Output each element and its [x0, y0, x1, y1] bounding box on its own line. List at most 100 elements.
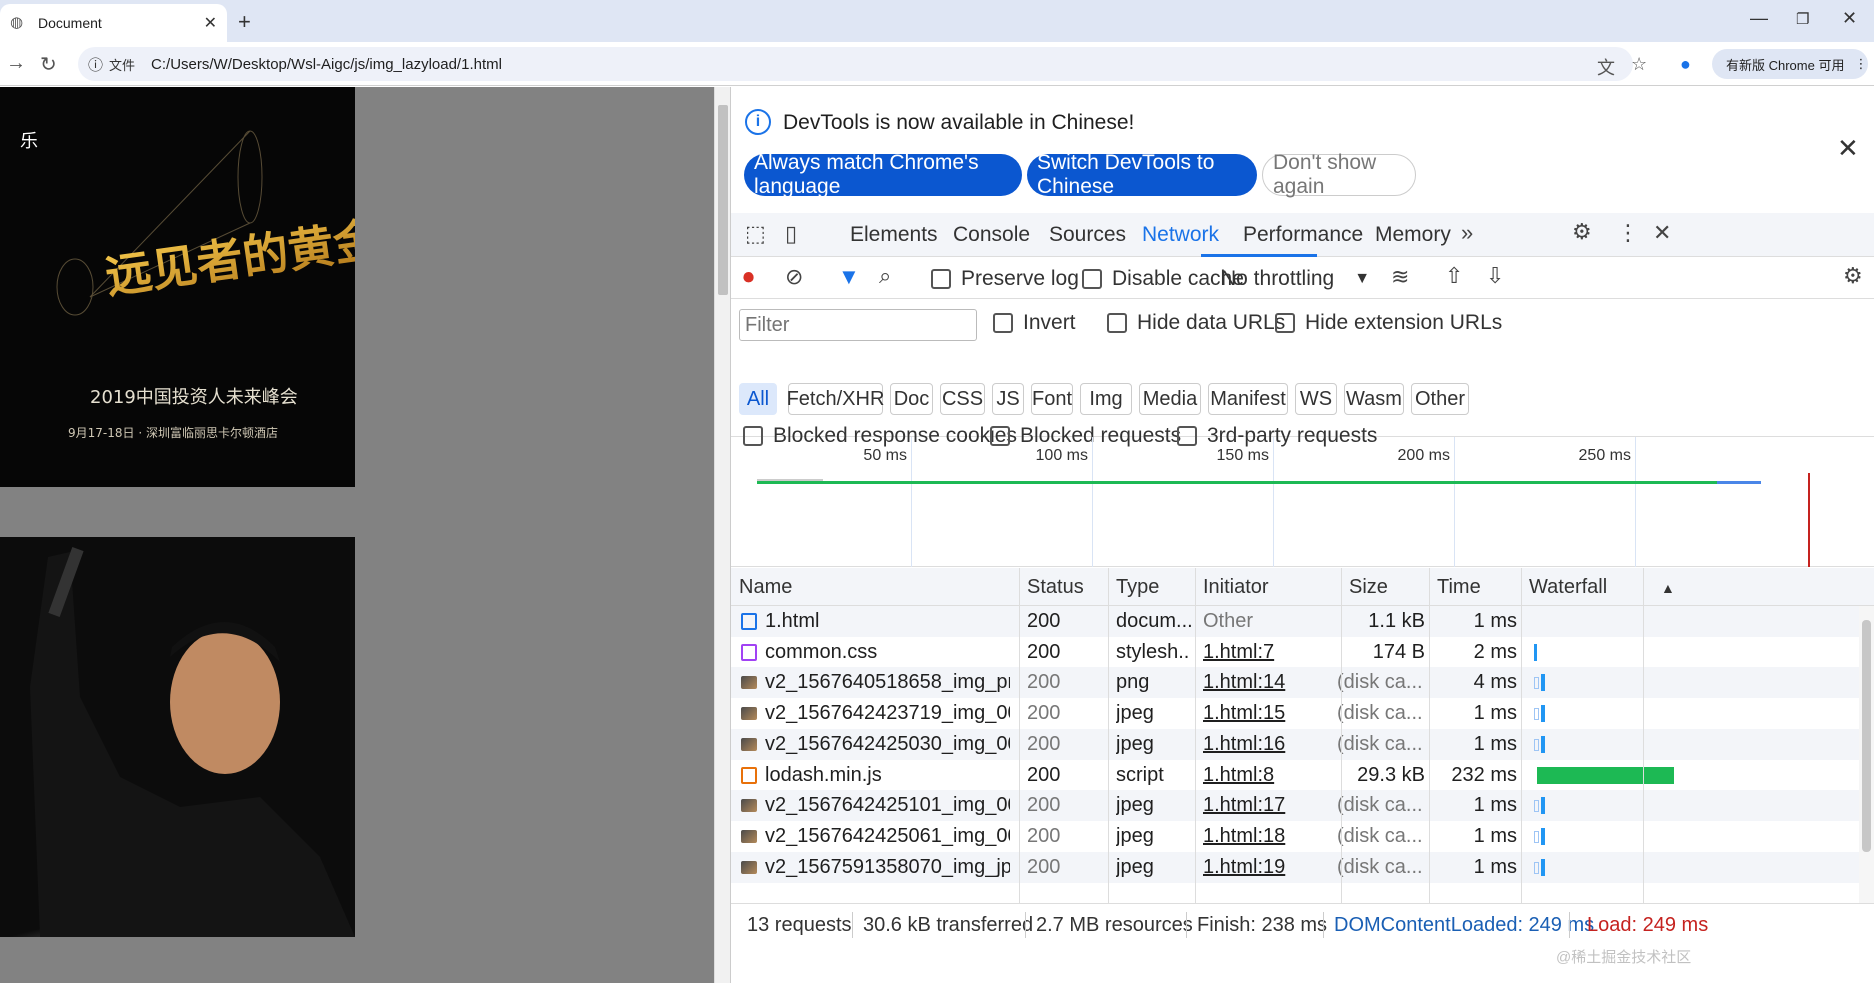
tab-elements[interactable]: Elements — [850, 223, 938, 247]
type-filter-ws[interactable]: WS — [1295, 383, 1337, 415]
inspect-element-icon[interactable]: ⬚ — [745, 221, 766, 247]
address-bar[interactable]: ⓘ 文件 C:/Users/W/Desktop/Wsl-Aigc/js/img_… — [78, 47, 1633, 81]
tab-performance[interactable]: Performance — [1243, 223, 1363, 247]
minimize-icon[interactable]: — — [1750, 8, 1768, 29]
forward-icon[interactable]: → — [6, 52, 26, 75]
invert-box[interactable] — [993, 313, 1013, 333]
type-filter-css[interactable]: CSS — [940, 383, 985, 415]
page-scroll-thumb[interactable] — [718, 105, 728, 295]
bookmark-star-icon[interactable]: ☆ — [1631, 54, 1647, 75]
table-row[interactable]: v2_1567642425101_img_000 200 jpeg 1.html:17… — [731, 790, 1874, 822]
table-row[interactable]: lodash.min.js 200 script 1.html:8 29.3 kB 232… — [731, 760, 1874, 791]
cell-initiator[interactable]: 1.html:16 — [1203, 733, 1333, 756]
translate-icon[interactable]: 文 — [1597, 54, 1615, 80]
cell-initiator[interactable]: 1.html:8 — [1203, 764, 1333, 787]
network-conditions-icon[interactable]: ≋ — [1391, 264, 1409, 290]
browser-tab[interactable]: ◍ Document ✕ — [0, 4, 227, 42]
table-row[interactable]: v2_1567640518658_img_png 200 png 1.html:14(… — [731, 667, 1874, 699]
export-har-icon[interactable]: ⇩ — [1486, 263, 1504, 289]
close-devtools-icon[interactable]: ✕ — [1653, 220, 1671, 246]
type-filter-wasm[interactable]: Wasm — [1344, 383, 1404, 415]
table-row[interactable]: v2_1567642425030_img_000 200 jpeg 1.html:16… — [731, 728, 1874, 760]
hide-extension-urls-checkbox[interactable]: Hide extension URLs — [1275, 311, 1502, 335]
switch-to-chinese-button[interactable]: Switch DevTools to Chinese — [1027, 151, 1257, 198]
cell-initiator[interactable]: 1.html:15 — [1203, 702, 1333, 725]
table-row[interactable]: v2_1567642425061_img_000 200 jpeg 1.html:18… — [731, 821, 1874, 852]
settings-gear-icon[interactable]: ⚙ — [1572, 219, 1592, 245]
devtools-menu-icon[interactable]: ⋮ — [1617, 220, 1639, 246]
search-icon[interactable]: ⌕ — [879, 263, 891, 289]
preserve-log-box[interactable] — [931, 269, 951, 289]
tab-memory[interactable]: Memory — [1375, 223, 1451, 247]
disable-cache-checkbox[interactable]: Disable cache — [1082, 267, 1244, 291]
column-header-size[interactable]: Size — [1349, 576, 1388, 599]
reload-icon[interactable]: ↻ — [40, 52, 57, 77]
clear-icon[interactable]: ⊘ — [785, 264, 803, 290]
cell-initiator[interactable]: 1.html:19 — [1203, 856, 1333, 879]
close-infobar-icon[interactable]: ✕ — [1837, 133, 1859, 164]
always-match-language-button[interactable]: Always match Chrome's language — [744, 151, 1022, 198]
type-filter-font[interactable]: Font — [1031, 383, 1073, 415]
record-stop-icon[interactable]: ⏺ — [743, 264, 754, 290]
tab-console[interactable]: Console — [953, 223, 1030, 247]
column-header-status[interactable]: Status — [1027, 576, 1084, 599]
type-filter-manifest[interactable]: Manifest — [1208, 383, 1288, 415]
type-filter-js[interactable]: JS — [992, 383, 1024, 415]
update-chrome-button[interactable]: 有新版 Chrome 可用 ⋮ — [1712, 49, 1868, 79]
resources-size: 2.7 MB resources — [1036, 914, 1193, 936]
type-filter-img[interactable]: Img — [1080, 383, 1132, 415]
type-filter-doc[interactable]: Doc — [890, 383, 933, 415]
window-close-icon[interactable]: ✕ — [1842, 8, 1857, 29]
infobar-message: DevTools is now available in Chinese! — [783, 111, 1135, 134]
profile-icon[interactable]: ● — [1680, 54, 1691, 75]
site-info-icon[interactable]: ⓘ — [88, 54, 103, 75]
sort-ascending-icon[interactable]: ▲ — [1661, 580, 1675, 596]
table-row[interactable]: v2_1567642423719_img_000 200 jpeg 1.html:15… — [731, 698, 1874, 729]
type-filter-fetch-xhr[interactable]: Fetch/XHR — [787, 383, 884, 415]
hide-data-urls-checkbox[interactable]: Hide data URLs — [1107, 311, 1285, 335]
page-scrollbar[interactable] — [714, 87, 730, 983]
more-tabs-icon[interactable]: » — [1461, 220, 1473, 246]
column-header-type[interactable]: Type — [1116, 576, 1159, 599]
type-filter-all[interactable]: All — [739, 383, 777, 415]
type-filter-other[interactable]: Other — [1411, 383, 1469, 415]
network-overview[interactable]: 50 ms 100 ms 150 ms 200 ms 250 ms — [731, 437, 1874, 567]
cell-initiator[interactable]: 1.html:7 — [1203, 641, 1333, 664]
hide-extension-urls-box[interactable] — [1275, 313, 1295, 333]
table-scroll-thumb[interactable] — [1862, 620, 1871, 852]
new-tab-button[interactable]: + — [238, 9, 251, 35]
tab-sources[interactable]: Sources — [1049, 223, 1126, 247]
tab-network[interactable]: Network — [1142, 223, 1219, 247]
load-time: Load: 249 ms — [1587, 914, 1709, 936]
url-text[interactable]: C:/Users/W/Desktop/Wsl-Aigc/js/img_lazyl… — [151, 56, 502, 73]
cell-status: 200 — [1027, 671, 1061, 694]
column-header-name[interactable]: Name — [739, 576, 792, 599]
type-filter-media[interactable]: Media — [1139, 383, 1201, 415]
throttling-select[interactable]: No throttling ▼ — [1221, 267, 1370, 291]
filter-funnel-icon[interactable]: ▼ — [838, 264, 860, 290]
cell-initiator[interactable]: 1.html:18 — [1203, 825, 1333, 848]
column-header-time[interactable]: Time — [1437, 576, 1481, 599]
column-header-initiator[interactable]: Initiator — [1203, 576, 1269, 599]
device-toolbar-icon[interactable]: ▯ — [785, 221, 797, 247]
column-header-waterfall[interactable]: Waterfall — [1529, 576, 1607, 599]
cell-initiator[interactable]: 1.html:14 — [1203, 671, 1333, 694]
invert-checkbox[interactable]: Invert — [993, 311, 1076, 335]
close-tab-icon[interactable]: ✕ — [204, 13, 217, 33]
cell-initiator[interactable]: 1.html:17 — [1203, 794, 1333, 817]
devtools-tabs: ⬚ ▯ Elements Console Sources Network Perform… — [731, 213, 1874, 257]
waterfall-bar — [1534, 643, 1537, 661]
network-settings-icon[interactable]: ⚙ — [1843, 263, 1863, 289]
cell-name: v2_1567642425030_img_000 — [765, 732, 1010, 755]
table-scrollbar[interactable] — [1859, 606, 1874, 903]
hide-data-urls-box[interactable] — [1107, 313, 1127, 333]
disable-cache-box[interactable] — [1082, 269, 1102, 289]
restore-icon[interactable]: ❐ — [1796, 10, 1809, 28]
import-har-icon[interactable]: ⇧ — [1445, 263, 1463, 289]
filter-input[interactable] — [739, 309, 977, 341]
table-row[interactable]: 1.html 200 docum... Other 1.1 kB 1 ms — [731, 606, 1874, 637]
table-row[interactable]: common.css 200 stylesh... 1.html:7 174 B 2 ms — [731, 637, 1874, 668]
preserve-log-checkbox[interactable]: Preserve log — [931, 267, 1079, 291]
table-row[interactable]: v2_1567591358070_img_jpg 200 jpeg 1.html:19… — [731, 851, 1874, 883]
dont-show-again-button[interactable]: Don't show again — [1262, 151, 1416, 198]
